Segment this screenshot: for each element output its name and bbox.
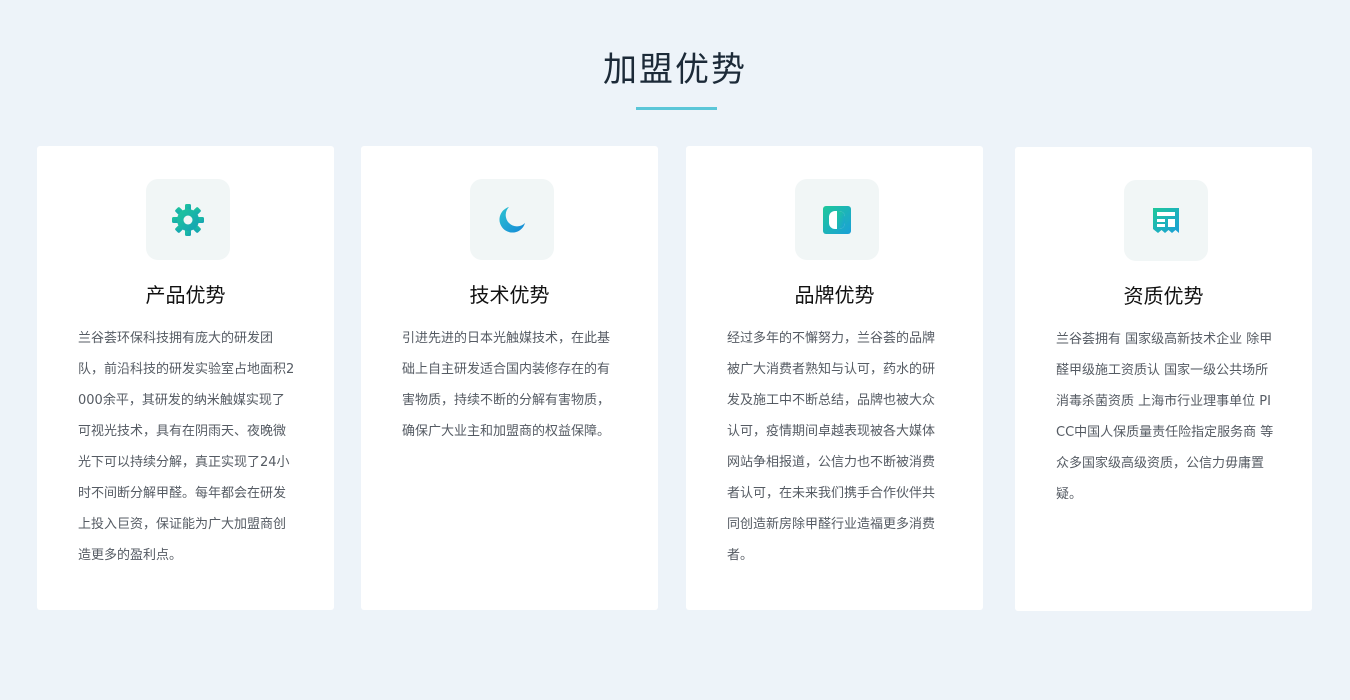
- advantage-card-qualification: 资质优势 兰谷荟拥有 国家级高新技术企业 除甲醛甲级施工资质认 国家一级公共场所…: [1015, 147, 1312, 611]
- card-text: 经过多年的不懈努力，兰谷荟的品牌被广大消费者熟知与认可，药水的研发及施工中不断总…: [727, 331, 936, 563]
- advantage-card-product: 产品优势 兰谷荟环保科技拥有庞大的研发团队，前沿科技的研发实验室占地面积2000…: [37, 146, 334, 610]
- icon-box: [795, 179, 879, 260]
- icon-box: [1124, 180, 1208, 261]
- section-title: 加盟优势: [603, 50, 747, 90]
- card-title: 资质优势: [1123, 284, 1204, 308]
- contrast-icon: [821, 204, 853, 236]
- crescent-moon-icon: [496, 204, 528, 236]
- card-text: 引进先进的日本光触媒技术，在此基础上自主研发适合国内装修存在的有害物质，持续不断…: [402, 331, 611, 439]
- card-title: 技术优势: [469, 283, 550, 307]
- icon-box: [146, 179, 230, 260]
- card-title: 产品优势: [145, 283, 226, 307]
- gear-icon: [171, 203, 205, 237]
- advantage-card-technology: 技术优势 引进先进的日本光触媒技术，在此基础上自主研发适合国内装修存在的有害物质…: [361, 146, 658, 610]
- card-text: 兰谷荟拥有 国家级高新技术企业 除甲醛甲级施工资质认 国家一级公共场所消毒杀菌资…: [1056, 332, 1274, 502]
- title-underline: [636, 107, 717, 110]
- newspaper-icon: [1150, 205, 1182, 237]
- card-title: 品牌优势: [794, 283, 875, 307]
- icon-box: [470, 179, 554, 260]
- card-text: 兰谷荟环保科技拥有庞大的研发团队，前沿科技的研发实验室占地面积2000余平，其研…: [78, 331, 295, 563]
- advantage-card-brand: 品牌优势 经过多年的不懈努力，兰谷荟的品牌被广大消费者熟知与认可，药水的研发及施…: [686, 146, 983, 610]
